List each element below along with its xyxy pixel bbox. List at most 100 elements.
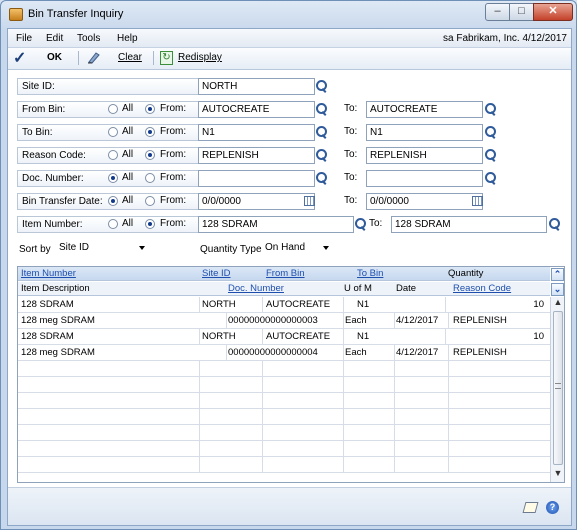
grid-divider bbox=[262, 377, 263, 393]
to-bin-to-field[interactable]: N1 bbox=[366, 124, 483, 141]
item-all-radio[interactable] bbox=[108, 219, 118, 229]
empty-table-row bbox=[18, 361, 550, 377]
minimize-button[interactable]: – bbox=[485, 3, 510, 21]
scroll-down-icon[interactable]: ▼ bbox=[551, 467, 564, 481]
reason-to-field[interactable]: REPLENISH bbox=[366, 147, 483, 164]
grid-divider bbox=[199, 409, 200, 425]
bin-transfer-inquiry-window: Bin Transfer Inquiry – □ ✕ File Edit Too… bbox=[0, 0, 577, 530]
note-icon[interactable] bbox=[522, 502, 539, 513]
from-bin-from-field[interactable]: AUTOCREATE bbox=[198, 101, 315, 118]
to-bin-from-lookup-icon[interactable] bbox=[314, 124, 328, 140]
reason-from-field[interactable]: REPLENISH bbox=[198, 147, 315, 164]
expand-rows-icon[interactable]: ⌄ bbox=[551, 283, 564, 296]
cell-doc-number: 00000000000000004 bbox=[228, 347, 318, 358]
table-row[interactable]: 128 SDRAM NORTH AUTOCREATE N1 10 bbox=[18, 329, 550, 345]
date-from-calendar-icon[interactable] bbox=[304, 196, 315, 206]
chevron-down-icon bbox=[323, 246, 329, 250]
date-all-radio[interactable] bbox=[108, 196, 118, 206]
grid-divider bbox=[445, 329, 446, 345]
item-to-field[interactable]: 128 SDRAM bbox=[391, 216, 547, 233]
scroll-up-icon[interactable]: ▲ bbox=[551, 296, 564, 310]
cell-to-bin: N1 bbox=[357, 331, 370, 342]
doc-from-radio[interactable] bbox=[145, 173, 155, 183]
date-to-label: To: bbox=[344, 195, 358, 206]
from-bin-all-label: All bbox=[122, 103, 134, 114]
reason-to-lookup-icon[interactable] bbox=[483, 147, 497, 163]
item-all-label: All bbox=[122, 218, 134, 229]
menu-edit[interactable]: Edit bbox=[46, 33, 63, 44]
menu-help[interactable]: Help bbox=[117, 33, 138, 44]
clear-icon[interactable] bbox=[87, 51, 101, 64]
toolbar-separator bbox=[78, 51, 79, 65]
to-bin-to-lookup-icon[interactable] bbox=[483, 124, 497, 140]
doc-to-lookup-icon[interactable] bbox=[483, 170, 497, 186]
app-icon bbox=[9, 8, 23, 21]
site-id-field[interactable]: NORTH bbox=[198, 78, 315, 95]
ok-check-icon[interactable]: ✓ bbox=[13, 48, 26, 68]
doc-from-lookup-icon[interactable] bbox=[314, 170, 328, 186]
doc-all-radio[interactable] bbox=[108, 173, 118, 183]
item-to-lookup-icon[interactable] bbox=[547, 216, 561, 232]
cell-from-bin: AUTOCREATE bbox=[266, 331, 331, 342]
close-button[interactable]: ✕ bbox=[533, 3, 573, 21]
grid-divider bbox=[394, 409, 395, 425]
quantity-type-dropdown[interactable]: On Hand bbox=[262, 241, 332, 256]
menu-tools[interactable]: Tools bbox=[77, 33, 100, 44]
company-info: sa Fabrikam, Inc. 4/12/2017 bbox=[443, 33, 567, 44]
date-from-radio[interactable] bbox=[145, 196, 155, 206]
date-to-field[interactable]: 0/0/0000 bbox=[366, 193, 483, 210]
sort-by-dropdown[interactable]: Site ID bbox=[56, 241, 148, 256]
grid-divider bbox=[343, 457, 344, 473]
grid-divider bbox=[262, 409, 263, 425]
to-bin-from-radio[interactable] bbox=[145, 127, 155, 137]
help-icon[interactable]: ? bbox=[546, 501, 559, 514]
cell-item-number: 128 SDRAM bbox=[21, 331, 74, 342]
reason-from-lookup-icon[interactable] bbox=[314, 147, 328, 163]
col-reason-code[interactable]: Reason Code bbox=[453, 283, 511, 294]
menu-file[interactable]: File bbox=[16, 33, 32, 44]
col-doc-number[interactable]: Doc. Number bbox=[228, 283, 284, 294]
item-from-field[interactable]: 128 SDRAM bbox=[198, 216, 354, 233]
col-from-bin[interactable]: From Bin bbox=[266, 268, 305, 279]
reason-from-radio[interactable] bbox=[145, 150, 155, 160]
to-bin-all-radio[interactable] bbox=[108, 127, 118, 137]
ok-button[interactable]: OK bbox=[47, 52, 62, 63]
cell-date: 4/12/2017 bbox=[396, 347, 439, 358]
from-bin-from-radio[interactable] bbox=[145, 104, 155, 114]
grid-divider bbox=[448, 409, 449, 425]
table-row[interactable]: 128 meg SDRAM 00000000000000003 Each 4/1… bbox=[18, 313, 550, 329]
doc-to-field[interactable] bbox=[366, 170, 483, 187]
cell-reason-code: REPLENISH bbox=[453, 315, 507, 326]
col-site-id[interactable]: Site ID bbox=[202, 268, 231, 279]
date-from-field[interactable]: 0/0/0000 bbox=[198, 193, 315, 210]
redisplay-button[interactable]: Redisplay bbox=[178, 52, 222, 63]
grid-divider bbox=[394, 441, 395, 457]
reason-all-radio[interactable] bbox=[108, 150, 118, 160]
collapse-rows-icon[interactable]: ⌃ bbox=[551, 268, 564, 281]
doc-to-label: To: bbox=[344, 172, 358, 183]
table-row[interactable]: 128 SDRAM NORTH AUTOCREATE N1 10 bbox=[18, 297, 550, 313]
clear-button[interactable]: Clear bbox=[118, 52, 142, 63]
table-row[interactable]: 128 meg SDRAM 00000000000000004 Each 4/1… bbox=[18, 345, 550, 361]
window-client: File Edit Tools Help sa Fabrikam, Inc. 4… bbox=[7, 28, 572, 526]
cell-to-bin: N1 bbox=[357, 299, 370, 310]
cell-u-of-m: Each bbox=[345, 347, 367, 358]
item-from-radio[interactable] bbox=[145, 219, 155, 229]
item-from-lookup-icon[interactable] bbox=[353, 216, 367, 232]
doc-from-field[interactable] bbox=[198, 170, 315, 187]
grid-divider bbox=[343, 425, 344, 441]
grid-divider bbox=[262, 329, 263, 345]
from-bin-to-lookup-icon[interactable] bbox=[483, 101, 497, 117]
date-to-calendar-icon[interactable] bbox=[472, 196, 483, 206]
redisplay-icon[interactable]: ↻ bbox=[160, 51, 173, 65]
col-item-number[interactable]: Item Number bbox=[21, 268, 76, 279]
site-id-lookup-icon[interactable] bbox=[314, 78, 328, 94]
col-to-bin[interactable]: To Bin bbox=[357, 268, 383, 279]
from-bin-all-radio[interactable] bbox=[108, 104, 118, 114]
cell-reason-code: REPLENISH bbox=[453, 347, 507, 358]
to-bin-from-field[interactable]: N1 bbox=[198, 124, 315, 141]
from-bin-to-field[interactable]: AUTOCREATE bbox=[366, 101, 483, 118]
cell-quantity: 10 bbox=[533, 299, 544, 310]
maximize-button[interactable]: □ bbox=[509, 3, 534, 21]
from-bin-from-lookup-icon[interactable] bbox=[314, 101, 328, 117]
